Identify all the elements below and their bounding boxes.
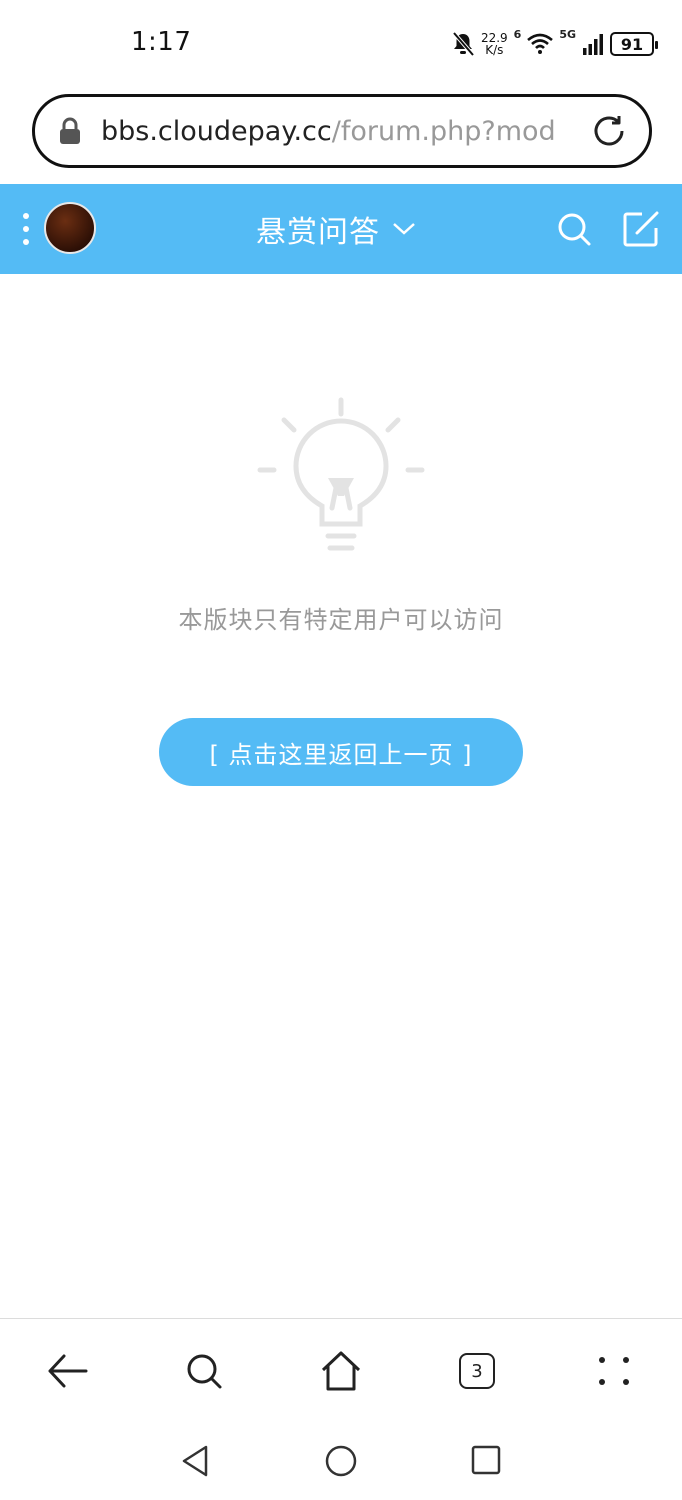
mute-bell-icon bbox=[452, 31, 475, 57]
status-time: 1:17 bbox=[131, 27, 192, 57]
url-text[interactable]: bbs.cloudepay.cc/forum.php?mod bbox=[101, 116, 567, 147]
wifi-label: 6 bbox=[513, 28, 522, 41]
nav-home-icon[interactable] bbox=[324, 1444, 358, 1478]
chevron-down-icon bbox=[393, 223, 415, 235]
toolbar-search-button[interactable] bbox=[182, 1349, 226, 1393]
edit-post-icon[interactable] bbox=[622, 210, 660, 248]
menu-dots-icon bbox=[599, 1357, 629, 1385]
back-button[interactable] bbox=[46, 1349, 90, 1393]
more-menu-icon[interactable] bbox=[20, 211, 32, 247]
signal-label: 5G bbox=[559, 28, 576, 41]
url-path: /forum.php?mod bbox=[331, 115, 556, 147]
wifi-icon bbox=[527, 33, 554, 54]
network-speed-unit: K/s bbox=[485, 43, 504, 57]
go-back-button[interactable]: [ 点击这里返回上一页 ] bbox=[159, 718, 523, 786]
system-nav-bar bbox=[0, 1422, 682, 1500]
search-icon bbox=[187, 1354, 222, 1389]
network-speed: 22.9 K/s bbox=[481, 32, 508, 56]
battery-level: 91 bbox=[620, 34, 644, 54]
status-icons: 22.9 K/s 6 5G 91 bbox=[451, 28, 658, 60]
back-arrow-icon bbox=[48, 1354, 88, 1388]
tabs-button[interactable]: 3 bbox=[455, 1349, 499, 1393]
battery-indicator: 91 bbox=[610, 32, 658, 56]
signal-icon bbox=[583, 34, 603, 55]
home-icon bbox=[321, 1351, 361, 1391]
home-button[interactable] bbox=[319, 1349, 363, 1393]
search-icon[interactable] bbox=[556, 211, 594, 249]
forum-title-dropdown[interactable]: 悬赏问答 bbox=[256, 207, 416, 251]
browser-toolbar: 3 bbox=[0, 1318, 682, 1422]
menu-button[interactable] bbox=[592, 1349, 636, 1393]
nav-back-icon[interactable] bbox=[180, 1444, 210, 1478]
avatar[interactable] bbox=[44, 202, 96, 254]
url-domain: bbs.cloudepay.cc bbox=[101, 115, 332, 147]
tab-count: 3 bbox=[459, 1353, 495, 1389]
lightbulb-icon bbox=[257, 397, 425, 551]
reload-icon[interactable] bbox=[589, 111, 629, 151]
status-bar: 1:17 22.9 K/s 6 5G 91 bbox=[0, 0, 682, 88]
lock-icon bbox=[60, 117, 80, 144]
forum-title: 悬赏问答 bbox=[256, 215, 380, 250]
access-restricted-message: 本版块只有特定用户可以访问 bbox=[178, 606, 504, 634]
nav-recents-icon[interactable] bbox=[470, 1444, 502, 1476]
address-bar[interactable]: bbs.cloudepay.cc/forum.php?mod bbox=[32, 94, 652, 168]
